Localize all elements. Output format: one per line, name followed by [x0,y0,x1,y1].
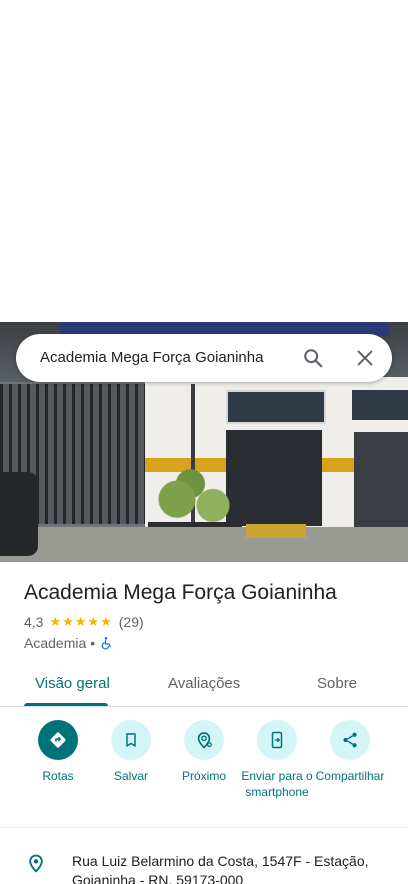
send-to-phone-button[interactable]: Enviar para o smartphone [235,720,319,800]
photo-ground [0,527,408,562]
wheelchair-accessible-icon [101,637,112,650]
share-icon [343,732,357,748]
tab-about[interactable]: Sobre [317,675,357,692]
nearby-label: Próximo [181,769,226,783]
category-separator: • [90,635,96,651]
send-to-phone-button-circle[interactable] [257,720,297,760]
directions-button[interactable]: Rotas [16,720,100,784]
search-input[interactable]: Academia Mega Força Goianinha [40,349,263,366]
search-icon[interactable] [302,347,324,369]
place-category: Academia [24,635,87,651]
directions-label: Rotas [42,769,74,783]
map-blank-area [0,0,408,322]
photo-mat [246,524,306,538]
bookmark-icon [126,733,136,747]
tab-reviews[interactable]: Avaliações [168,675,240,692]
rating-row[interactable]: 4,3 ★★★★★ (29) [24,614,144,630]
tab-indicator [24,703,108,706]
photo-plant [150,462,240,524]
photo-window [226,390,326,424]
nearby-icon [197,732,212,749]
star-rating-icon: ★★★★★ [49,614,113,629]
place-title: Academia Mega Força Goianinha [24,581,337,604]
share-label: Compartilhar [315,769,385,783]
directions-icon [50,732,66,748]
photo-door-right [354,432,408,528]
share-button[interactable]: Compartilhar [308,720,392,784]
location-pin-icon [29,854,43,873]
photo-car [0,472,38,556]
address-row[interactable]: Rua Luiz Belarmino da Costa, 1547F - Est… [0,846,408,884]
tab-overview[interactable]: Visão geral [35,675,110,692]
section-divider [0,827,408,828]
address-text: Rua Luiz Belarmino da Costa, 1547F - Est… [72,853,369,884]
send-to-phone-icon [271,731,283,749]
save-button[interactable]: Salvar [89,720,173,784]
nearby-button[interactable]: Próximo [162,720,246,784]
save-button-circle[interactable] [111,720,151,760]
save-label: Salvar [113,769,148,783]
rating-value: 4,3 [24,614,44,630]
category-row: Academia • [24,635,113,651]
nearby-button-circle[interactable] [184,720,224,760]
close-icon[interactable] [354,347,376,369]
photo-door [226,430,322,526]
send-to-phone-label: Enviar para o smartphone [241,769,313,799]
photo-window-right [352,390,408,420]
search-bar[interactable]: Academia Mega Força Goianinha [16,334,392,382]
share-button-circle[interactable] [330,720,370,760]
tab-bar: Visão geral Avaliações Sobre [0,664,408,707]
reviews-count[interactable]: (29) [119,614,144,630]
directions-button-circle[interactable] [38,720,78,760]
